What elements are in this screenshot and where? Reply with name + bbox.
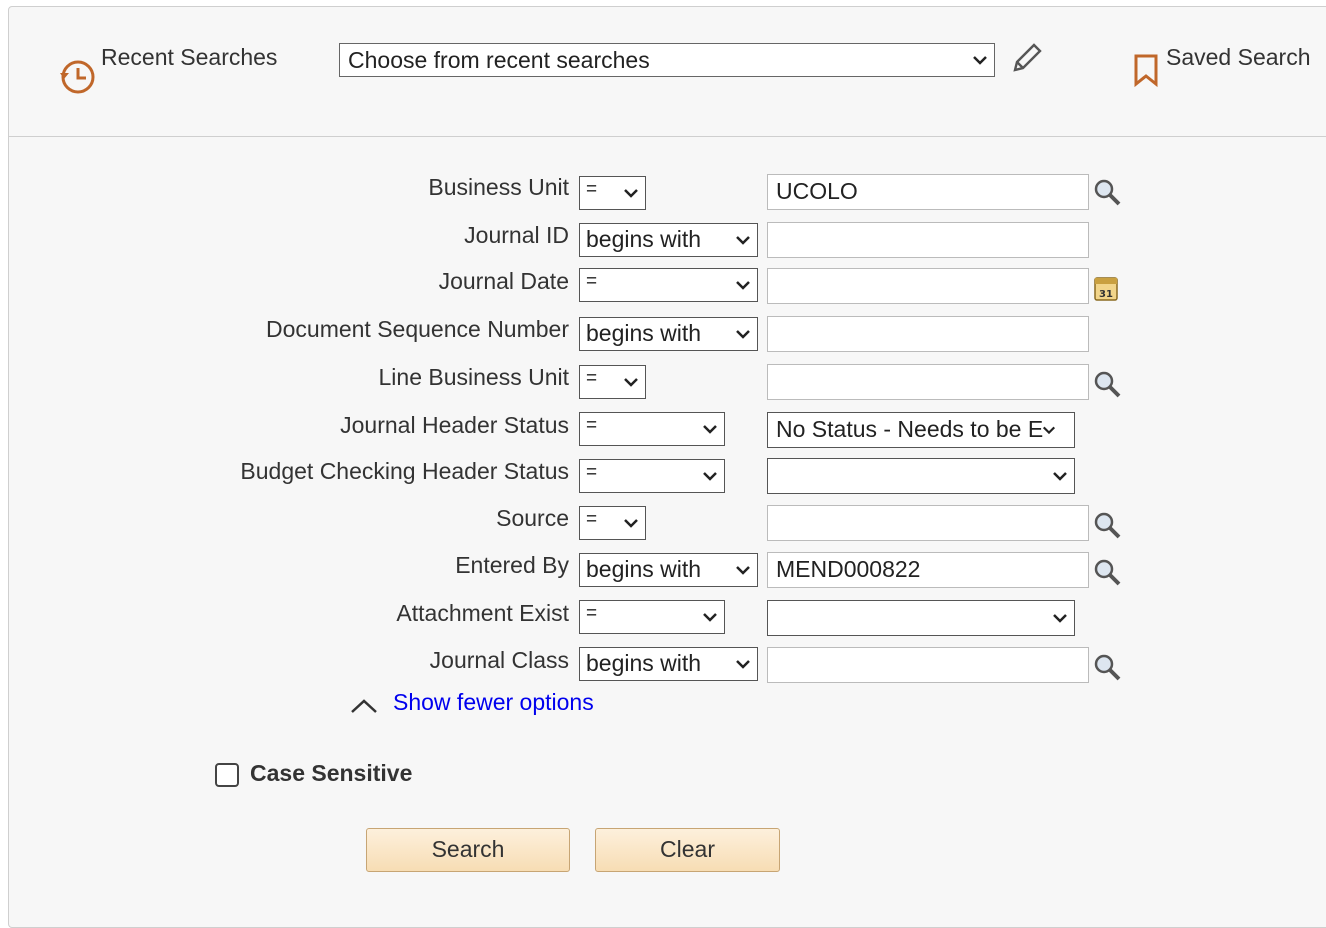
journal-header-status-label: Journal Header Status — [340, 412, 569, 438]
attachment-exist-label: Attachment Exist — [396, 600, 569, 626]
chevron-down-icon — [735, 565, 751, 575]
chevron-down-icon — [735, 235, 751, 245]
entered-by-input-value: MEND000822 — [776, 556, 921, 582]
recent-searches-label: Recent Searches — [101, 44, 278, 70]
case-sensitive-checkbox[interactable] — [215, 763, 239, 787]
business-unit-operator-value: = — [586, 179, 598, 200]
show-fewer-options-link[interactable]: Show fewer options — [393, 689, 594, 716]
source-operator-select[interactable]: = — [579, 506, 646, 540]
attachment-exist-operator-select[interactable]: = — [579, 600, 725, 634]
line-business-unit-input[interactable] — [767, 364, 1089, 400]
entered-by-operator-value: begins with — [586, 556, 702, 582]
journal-header-status-select[interactable]: No Status - Needs to be E — [767, 412, 1075, 448]
recent-searches-select[interactable]: Choose from recent searches — [339, 43, 995, 77]
journal-class-label: Journal Class — [429, 647, 569, 673]
journal-class-lookup-magnifier-icon[interactable] — [1092, 652, 1122, 682]
chevron-down-icon — [735, 329, 751, 339]
document-sequence-number-input[interactable] — [767, 316, 1089, 352]
recent-searches-select-value: Choose from recent searches — [348, 47, 650, 73]
line-business-unit-operator-value: = — [586, 368, 598, 389]
document-sequence-number-operator-value: begins with — [586, 320, 702, 346]
chevron-down-icon — [1042, 425, 1056, 435]
calendar-icon[interactable]: 31 — [1092, 273, 1120, 303]
clear-button[interactable]: Clear — [595, 828, 780, 872]
entered-by-lookup-magnifier-icon[interactable] — [1092, 557, 1122, 587]
attachment-exist-operator-value: = — [586, 603, 598, 624]
budget-checking-header-status-select[interactable] — [767, 458, 1075, 494]
journal-header-status-operator-value: = — [586, 415, 598, 436]
business-unit-input-value: UCOLO — [776, 178, 858, 204]
chevron-up-icon[interactable] — [349, 697, 379, 720]
chevron-down-icon — [972, 55, 988, 65]
line-business-unit-lookup-magnifier-icon[interactable] — [1092, 369, 1122, 399]
journal-id-input[interactable] — [767, 222, 1089, 258]
chevron-down-icon — [623, 188, 639, 198]
journal-id-label: Journal ID — [464, 222, 569, 248]
entered-by-input[interactable]: MEND000822 — [767, 552, 1089, 588]
chevron-down-icon — [702, 612, 718, 622]
chevron-down-icon — [702, 471, 718, 481]
chevron-down-icon — [702, 424, 718, 434]
business-unit-label: Business Unit — [428, 174, 569, 200]
journal-header-status-operator-select[interactable]: = — [579, 412, 725, 446]
document-sequence-number-label: Document Sequence Number — [266, 316, 569, 342]
journal-id-operator-value: begins with — [586, 226, 702, 252]
chevron-down-icon — [623, 518, 639, 528]
chevron-down-icon — [735, 280, 751, 290]
budget-checking-header-status-label: Budget Checking Header Status — [240, 458, 569, 484]
journal-date-operator-value: = — [586, 271, 598, 292]
search-button[interactable]: Search — [366, 828, 570, 872]
journal-date-operator-select[interactable]: = — [579, 268, 758, 302]
entered-by-operator-select[interactable]: begins with — [579, 553, 758, 587]
document-sequence-number-operator-select[interactable]: begins with — [579, 317, 758, 351]
chevron-down-icon — [1052, 471, 1068, 481]
chevron-down-icon — [735, 659, 751, 669]
journal-date-input[interactable] — [767, 268, 1089, 304]
journal-class-operator-select[interactable]: begins with — [579, 647, 758, 681]
line-business-unit-operator-select[interactable]: = — [579, 365, 646, 399]
calendar-icon-day: 31 — [1099, 289, 1113, 300]
chevron-down-icon — [623, 377, 639, 387]
line-business-unit-label: Line Business Unit — [378, 364, 570, 390]
journal-id-operator-select[interactable]: begins with — [579, 223, 758, 257]
chevron-down-icon — [1052, 613, 1068, 623]
saved-searches-label: Saved Search — [1166, 44, 1311, 70]
history-icon[interactable] — [56, 55, 100, 100]
source-operator-value: = — [586, 509, 598, 530]
journal-date-label: Journal Date — [438, 268, 569, 294]
business-unit-lookup-magnifier-icon[interactable] — [1092, 177, 1122, 207]
source-label: Source — [496, 505, 569, 531]
source-input[interactable] — [767, 505, 1089, 541]
source-lookup-magnifier-icon[interactable] — [1092, 510, 1122, 540]
bookmark-icon[interactable] — [1132, 52, 1160, 93]
pencil-icon[interactable] — [1008, 40, 1044, 81]
journal-header-status-select-value: No Status - Needs to be E — [776, 416, 1044, 442]
business-unit-operator-select[interactable]: = — [579, 176, 646, 210]
budget-checking-header-status-operator-select[interactable]: = — [579, 459, 725, 493]
attachment-exist-select[interactable] — [767, 600, 1075, 636]
journal-class-operator-value: begins with — [586, 650, 702, 676]
case-sensitive-label: Case Sensitive — [250, 760, 413, 786]
journal-class-input[interactable] — [767, 647, 1089, 683]
business-unit-input[interactable]: UCOLO — [767, 174, 1089, 210]
entered-by-label: Entered By — [455, 552, 569, 578]
budget-checking-header-status-operator-value: = — [586, 462, 598, 483]
